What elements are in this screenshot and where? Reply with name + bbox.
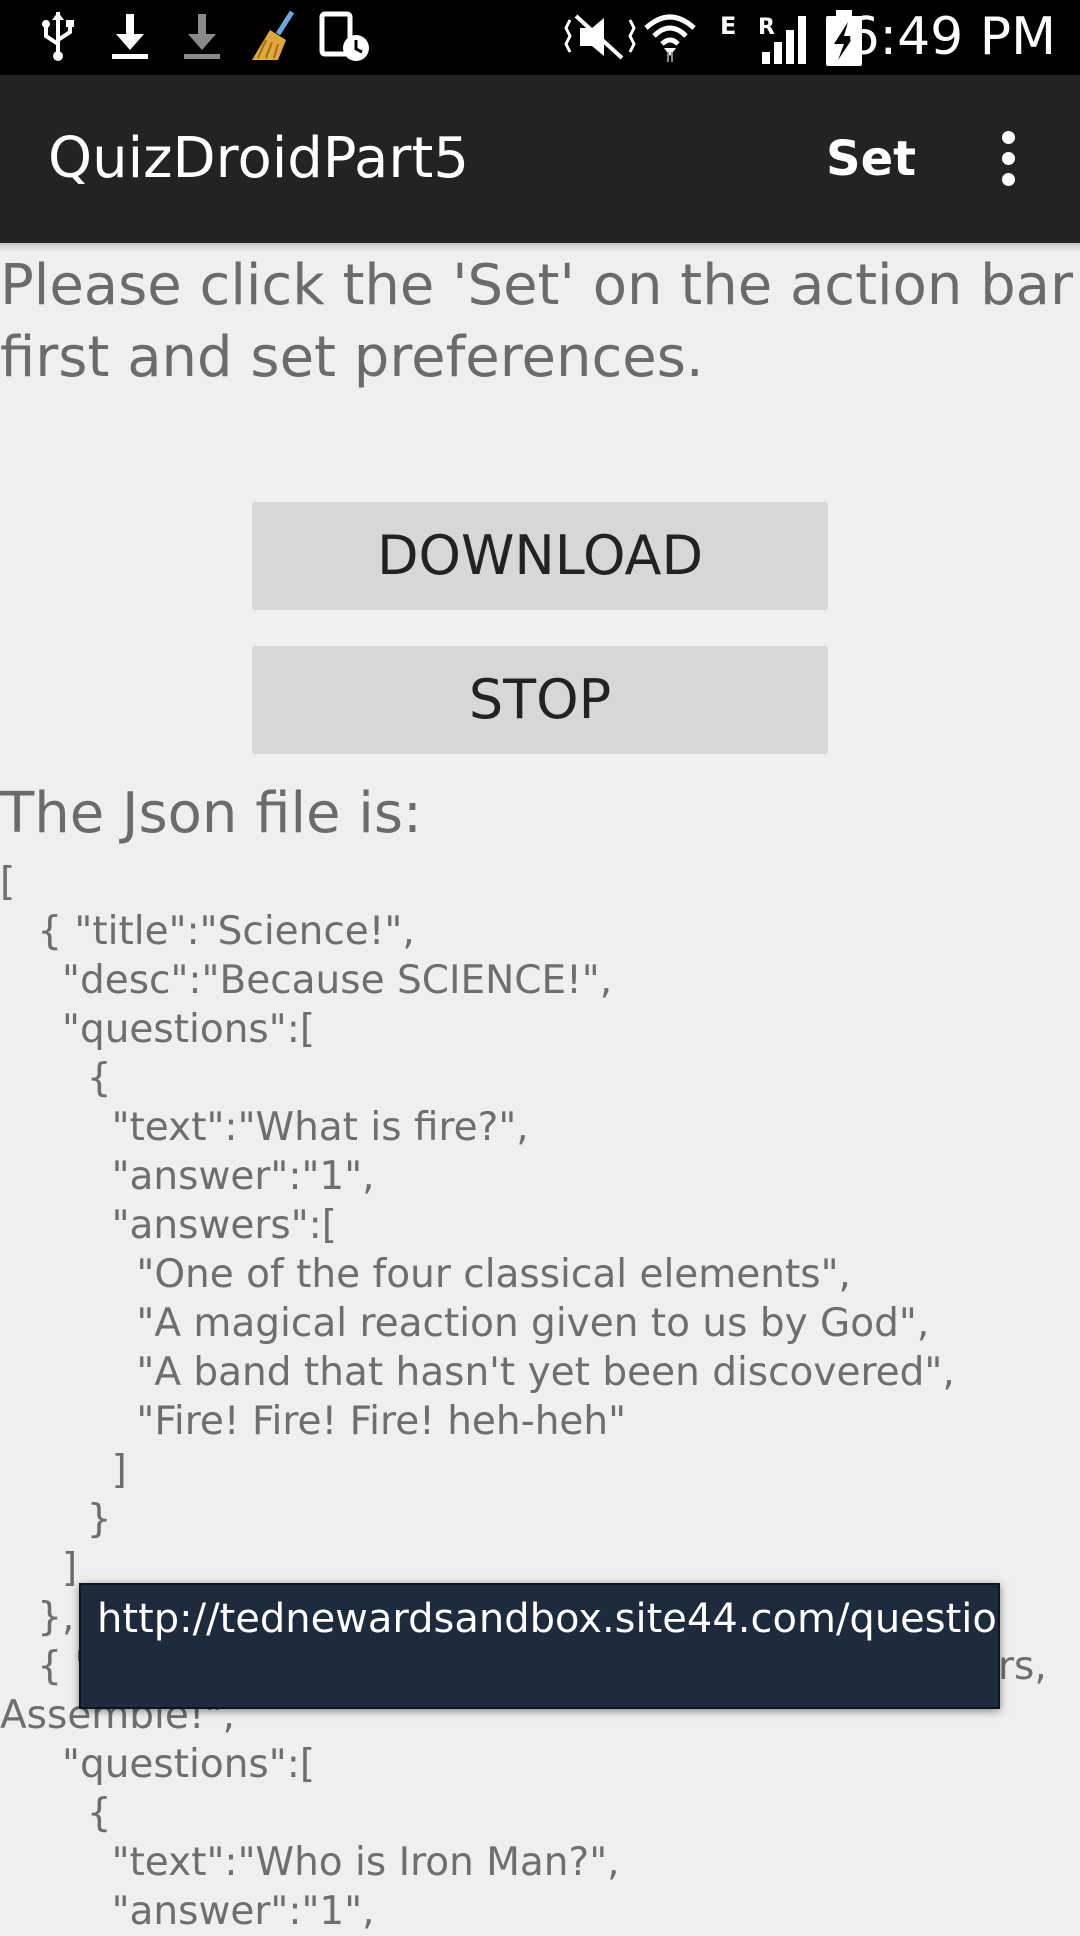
download-icon: [112, 14, 148, 59]
usb-icon: [42, 12, 74, 61]
set-button[interactable]: Set: [826, 75, 916, 243]
more-vert-icon[interactable]: [990, 131, 1026, 187]
download-button[interactable]: DOWNLOAD: [252, 502, 828, 610]
network-e-icon: E: [720, 12, 736, 40]
status-time: 6:49 PM: [846, 7, 1056, 67]
wifi-icon: [644, 14, 696, 62]
svg-text:E: E: [720, 12, 736, 40]
json-content: [ { "title":"Science!", "desc":"Because …: [0, 860, 1047, 1934]
screen-timer-icon: [319, 11, 369, 61]
broom-icon: [252, 10, 295, 60]
download-done-icon: [184, 14, 220, 59]
stop-button[interactable]: STOP: [252, 646, 828, 754]
status-bar: E R 6:49 PM: [0, 0, 1080, 75]
svg-text:R: R: [758, 15, 775, 40]
instructions-text: Please click the 'Set' on the action bar…: [0, 253, 1074, 390]
action-bar: QuizDroidPart5 Set: [0, 75, 1080, 243]
url-toast: http://tednewardsandbox.site44.com/quest…: [79, 1583, 1000, 1709]
vibrate-icon: [564, 14, 636, 60]
signal-r-icon: R: [758, 15, 806, 64]
json-heading: The Json file is:: [0, 781, 422, 846]
app-title: QuizDroidPart5: [48, 126, 469, 191]
